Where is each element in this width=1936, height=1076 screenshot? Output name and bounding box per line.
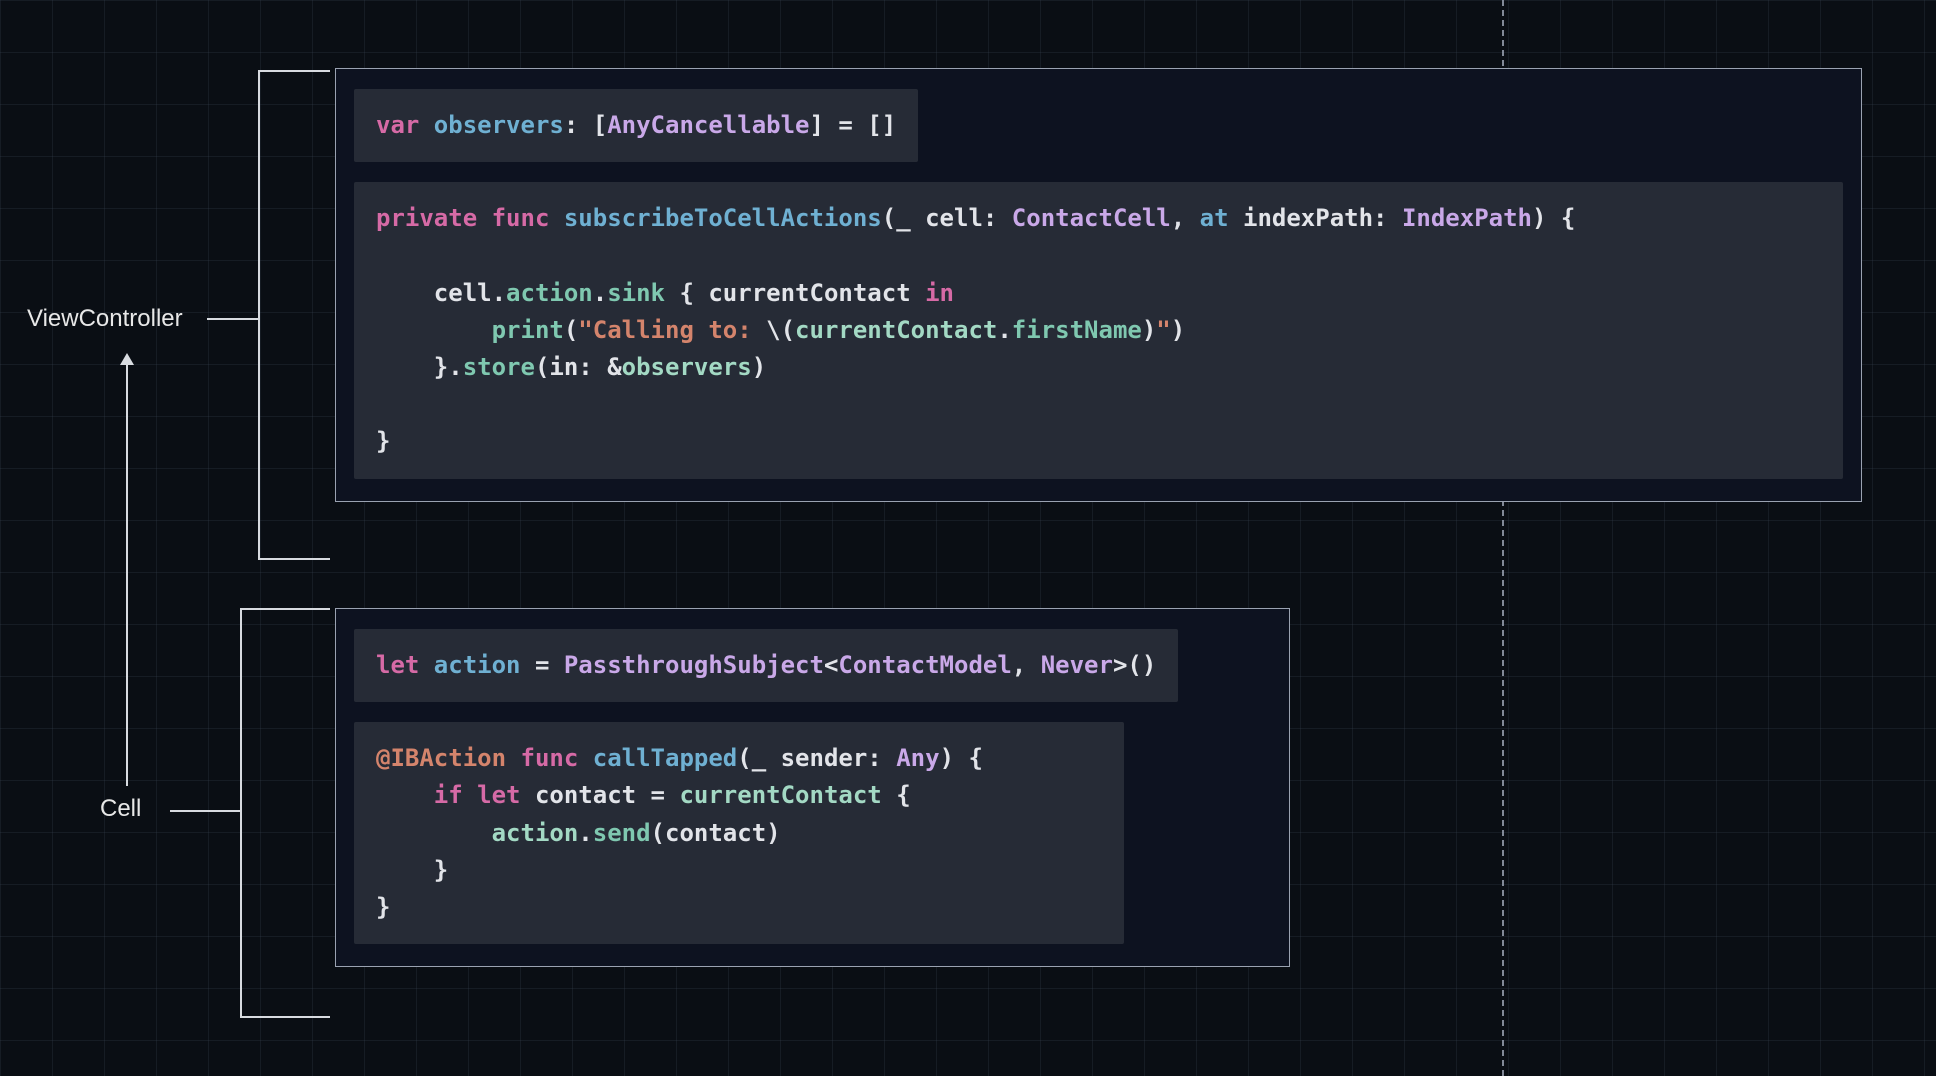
code-cell-action: let action = PassthroughSubject<ContactM… xyxy=(354,629,1178,702)
label-cell: Cell xyxy=(100,795,141,823)
code-vc-observers: var observers: [AnyCancellable] = [] xyxy=(354,89,918,162)
panel-cell: let action = PassthroughSubject<ContactM… xyxy=(335,608,1290,967)
panel-viewcontroller: var observers: [AnyCancellable] = [] pri… xyxy=(335,68,1862,502)
bracket-cell xyxy=(240,608,330,1018)
bracket-viewcontroller xyxy=(258,70,330,560)
code-cell-calltapped: @IBAction func callTapped(_ sender: Any)… xyxy=(354,722,1124,944)
label-viewcontroller: ViewController xyxy=(27,305,183,333)
code-vc-subscribe: private func subscribeToCellActions(_ ce… xyxy=(354,182,1843,478)
connector-viewcontroller xyxy=(207,318,259,320)
connector-cell xyxy=(170,810,242,812)
arrow-cell-to-vc xyxy=(126,356,128,786)
